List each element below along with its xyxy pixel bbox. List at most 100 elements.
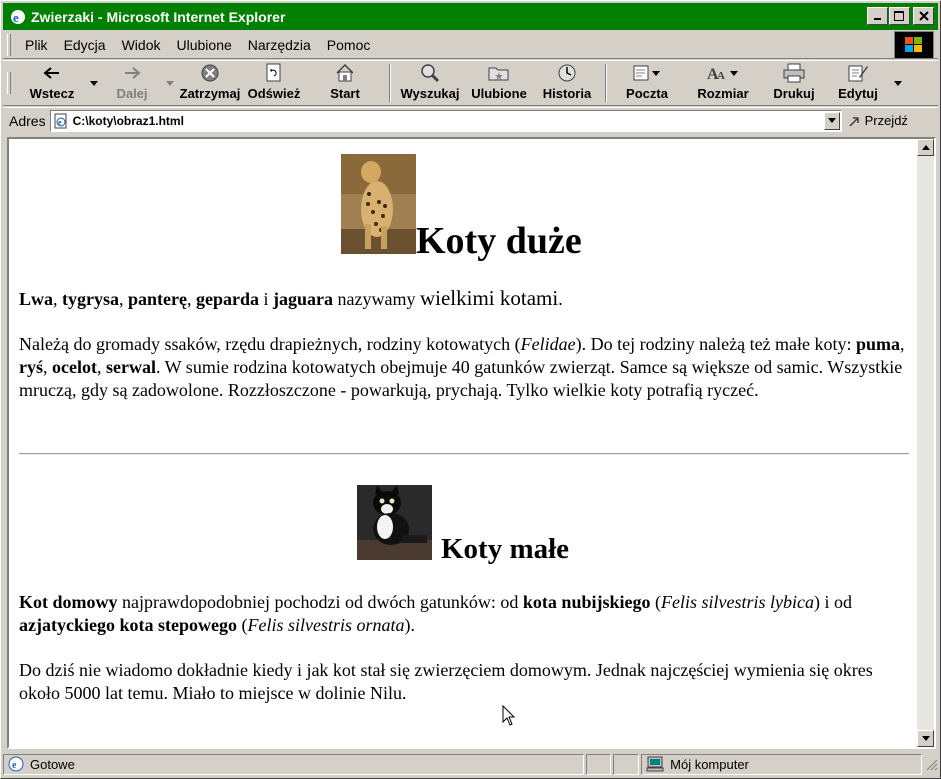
vertical-scrollbar[interactable] [917,139,934,747]
animal-name: puma [856,334,901,354]
ie-icon: e [8,7,28,27]
standard-toolbar: Wstecz Dalej Zatrzymaj Odśwież Start Wys… [3,60,938,106]
favorites-folder-icon [488,62,510,84]
forward-label: Dalej [116,86,148,101]
address-label: Adres [9,112,46,129]
text: Należą do gromady ssaków, rzędu drapieżn… [19,334,521,354]
toolbar-separator [605,64,607,102]
latin-name: Felidae [520,334,576,354]
menu-pomoc[interactable]: Pomoc [319,35,379,55]
close-button[interactable] [913,7,934,25]
forward-dropdown[interactable] [163,62,177,104]
title-bar[interactable]: e Zwierzaki - Microsoft Internet Explore… [3,3,938,30]
mail-icon [632,62,662,84]
svg-text:e: e [58,118,62,127]
edit-button[interactable]: Edytuj [825,62,891,104]
stop-label: Zatrzymaj [179,86,241,101]
forward-arrow-icon [123,62,141,84]
chevron-down-icon [921,736,930,741]
text: . [558,289,563,309]
size-button[interactable]: AA Rozmiar [683,62,763,104]
chevron-down-icon [90,80,98,86]
menu-grip[interactable] [7,33,11,56]
mail-button[interactable]: Poczta [611,62,683,104]
browser-window: e Zwierzaki - Microsoft Internet Explore… [0,0,941,779]
web-page: Koty duże Lwa, tygrysa, panterę, geparda… [9,139,917,747]
page-viewport[interactable]: Koty duże Lwa, tygrysa, panterę, geparda… [7,137,936,749]
paragraph-big-cats-details: Należą do gromady ssaków, rzędu drapieżn… [19,333,911,402]
history-button[interactable]: Historia [533,62,601,104]
text: , [43,357,52,377]
animal-name: panterę [128,289,187,309]
minimize-icon [873,18,881,20]
printer-icon [783,62,805,84]
text: ( [650,592,661,612]
search-label: Wyszukaj [400,86,460,101]
resize-grip[interactable] [924,757,938,771]
go-button[interactable]: Przejdź [848,113,908,128]
chevron-down-icon [166,80,174,86]
edit-dropdown[interactable] [891,62,905,104]
back-button[interactable]: Wstecz [17,62,87,104]
text: , [96,357,106,377]
animal-name: jaguara [273,289,334,309]
favorites-button[interactable]: Ulubione [465,62,533,104]
refresh-button[interactable]: Odśwież [243,62,305,104]
stop-button[interactable]: Zatrzymaj [177,62,243,104]
windows-logo-icon [894,31,934,59]
print-label: Drukuj [773,86,815,101]
font-size-icon: AA [706,62,740,84]
scroll-down-button[interactable] [917,730,934,747]
address-input[interactable]: e C:\koty\obraz1.html [49,109,842,132]
animal-name: tygrysa [62,289,120,309]
status-text: Gotowe [30,756,75,772]
history-label: Historia [542,86,592,101]
scroll-up-button[interactable] [917,139,934,156]
back-dropdown[interactable] [87,62,101,104]
text: i [259,289,274,309]
go-label: Przejdź [864,113,908,128]
animal-name: azjatyckiego kota stepowego [19,615,237,635]
minimize-button[interactable] [867,7,888,25]
horizontal-rule [19,453,909,455]
home-icon [335,62,355,84]
latin-name: Felis silvestris lybica [660,592,814,612]
home-button[interactable]: Start [305,62,385,104]
toolbar-grip[interactable] [7,72,11,94]
chevron-down-icon [894,80,902,86]
maximize-button[interactable] [889,7,910,25]
address-url: C:\koty\obraz1.html [72,113,184,128]
text: , [53,289,63,309]
menu-narzedzia[interactable]: Narzędzia [240,35,319,55]
search-button[interactable]: Wyszukaj [395,62,465,104]
print-button[interactable]: Drukuj [763,62,825,104]
page-done-icon: e [8,756,24,772]
menu-widok[interactable]: Widok [114,35,169,55]
status-bar: e Gotowe Mój komputer [3,752,938,776]
maximize-icon [894,10,904,21]
zone-label: Mój komputer [670,756,749,772]
security-zone: Mój komputer [641,753,922,775]
animal-name: Kot domowy [19,592,118,612]
menu-plik[interactable]: Plik [17,35,56,55]
status-pane [585,753,612,775]
close-icon [918,11,929,21]
status-main: e Gotowe [3,753,584,775]
forward-button[interactable]: Dalej [101,62,163,104]
animal-name: ryś [19,357,43,377]
menu-ulubione[interactable]: Ulubione [169,35,240,55]
edit-label: Edytuj [838,86,878,101]
menu-bar: Plik Edycja Widok Ulubione Narzędzia Pom… [3,31,938,59]
chevron-down-icon [827,118,836,123]
menu-edycja[interactable]: Edycja [56,35,114,55]
text: najprawdopodobniej pochodzi od dwóch gat… [117,592,523,612]
chevron-up-icon [921,145,930,150]
svg-text:e: e [13,10,19,25]
go-arrow-icon [848,114,862,128]
refresh-icon [265,62,283,84]
heading-koty-duze: Koty duże [416,220,582,262]
search-icon [419,62,441,84]
back-arrow-icon [43,62,61,84]
status-pane [613,753,640,775]
address-dropdown-button[interactable] [823,111,840,130]
